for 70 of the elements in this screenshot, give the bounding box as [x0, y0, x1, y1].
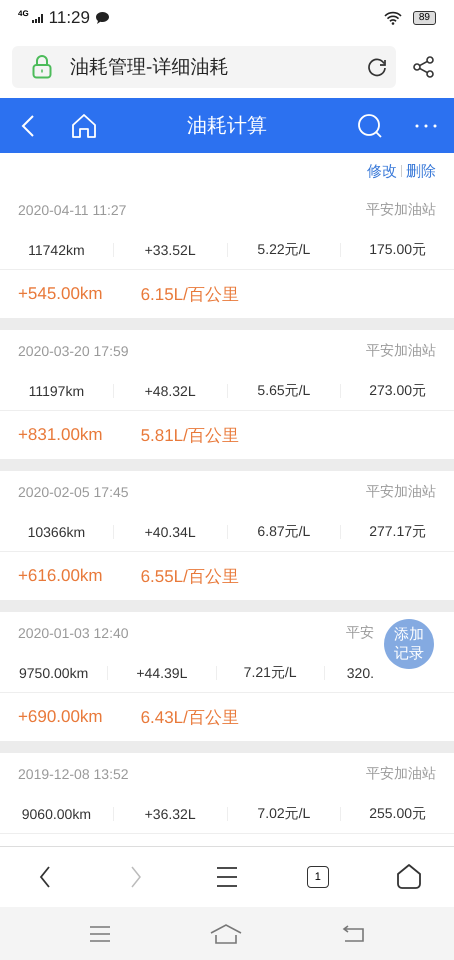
fuel-amount: +48.32L — [144, 383, 197, 399]
home-icon — [210, 924, 242, 944]
fuel-amount: +40.34L — [144, 524, 197, 540]
unit-price: 6.87元/L — [256, 523, 312, 541]
share-icon — [412, 55, 436, 79]
wifi-icon — [384, 11, 402, 25]
record-date: 2020-04-11 11:27 — [18, 202, 126, 218]
station-name: 平安加油站 — [366, 483, 436, 501]
station-name: 平安加油站 — [366, 201, 436, 219]
system-back-button[interactable] — [340, 924, 365, 942]
record-date: 2020-03-20 17:59 — [18, 343, 129, 359]
search-icon — [357, 112, 383, 138]
add-record-button[interactable]: 添加记录 — [384, 619, 434, 669]
consumption-value: 6.15L/百公里 — [140, 284, 239, 306]
system-home-button[interactable] — [210, 924, 242, 944]
tab-count: 1 — [306, 866, 329, 888]
forward-icon — [130, 866, 142, 888]
delete-link[interactable]: 删除 — [406, 162, 436, 180]
reload-icon — [366, 56, 388, 78]
menu-icon — [89, 924, 112, 942]
home-icon — [71, 112, 97, 138]
record-date: 2020-01-03 12:40 — [18, 625, 129, 641]
unit-price: 7.02元/L — [256, 805, 312, 823]
unit-price: 5.65元/L — [256, 382, 312, 400]
record-date: 2020-02-05 17:45 — [18, 484, 129, 500]
odometer-value: 9750.00km — [18, 665, 90, 681]
distance-value: +831.00km — [18, 425, 103, 445]
return-icon — [340, 924, 365, 942]
page-title: 油耗管理-详细油耗 — [70, 56, 228, 80]
fuel-amount: +36.32L — [144, 806, 197, 822]
battery-level: 89 — [412, 11, 436, 25]
clock-time: 11:29 — [48, 8, 90, 28]
odometer-value: 9060.00km — [20, 806, 92, 822]
edit-link[interactable]: 修改 — [367, 162, 397, 180]
signal-icon — [32, 14, 44, 22]
unit-price: 7.21元/L — [242, 664, 298, 682]
distance-value: +616.00km — [18, 566, 103, 586]
back-icon — [21, 114, 35, 138]
header-title: 油耗计算 — [186, 114, 268, 139]
message-icon — [96, 12, 109, 24]
reload-button[interactable] — [366, 56, 388, 78]
distance-value: +545.00km — [18, 284, 103, 304]
fuel-amount: +44.39L — [135, 665, 188, 681]
recent-apps-button[interactable] — [89, 924, 112, 942]
menu-icon — [216, 866, 238, 888]
lock-icon — [32, 55, 52, 79]
total-cost: 273.00元 — [368, 382, 428, 400]
station-name: 平安 — [346, 624, 374, 642]
odometer-value: 11742km — [27, 242, 86, 258]
consumption-value: 6.43L/百公里 — [140, 706, 239, 728]
total-cost: 320. — [346, 665, 375, 681]
network-indicator: 4G — [18, 9, 29, 18]
fuel-amount: +33.52L — [144, 242, 197, 258]
total-cost: 255.00元 — [368, 805, 428, 823]
total-cost: 277.17元 — [368, 523, 428, 541]
odometer-value: 10366km — [26, 524, 86, 540]
record-date: 2019-12-08 13:52 — [18, 766, 129, 782]
distance-value: +690.00km — [18, 707, 103, 727]
home-icon — [396, 864, 422, 890]
consumption-value: 6.55L/百公里 — [140, 566, 239, 588]
consumption-value: 5.81L/百公里 — [140, 424, 239, 446]
station-name: 平安加油站 — [366, 342, 436, 360]
total-cost: 175.00元 — [368, 241, 428, 259]
odometer-value: 11197km — [28, 383, 86, 399]
unit-price: 5.22元/L — [256, 241, 312, 259]
station-name: 平安加油站 — [366, 765, 436, 783]
address-bar[interactable]: 油耗管理-详细油耗 — [12, 46, 396, 88]
more-icon — [414, 122, 438, 128]
back-icon — [39, 866, 52, 888]
tabs-button[interactable]: 1 — [288, 852, 348, 902]
